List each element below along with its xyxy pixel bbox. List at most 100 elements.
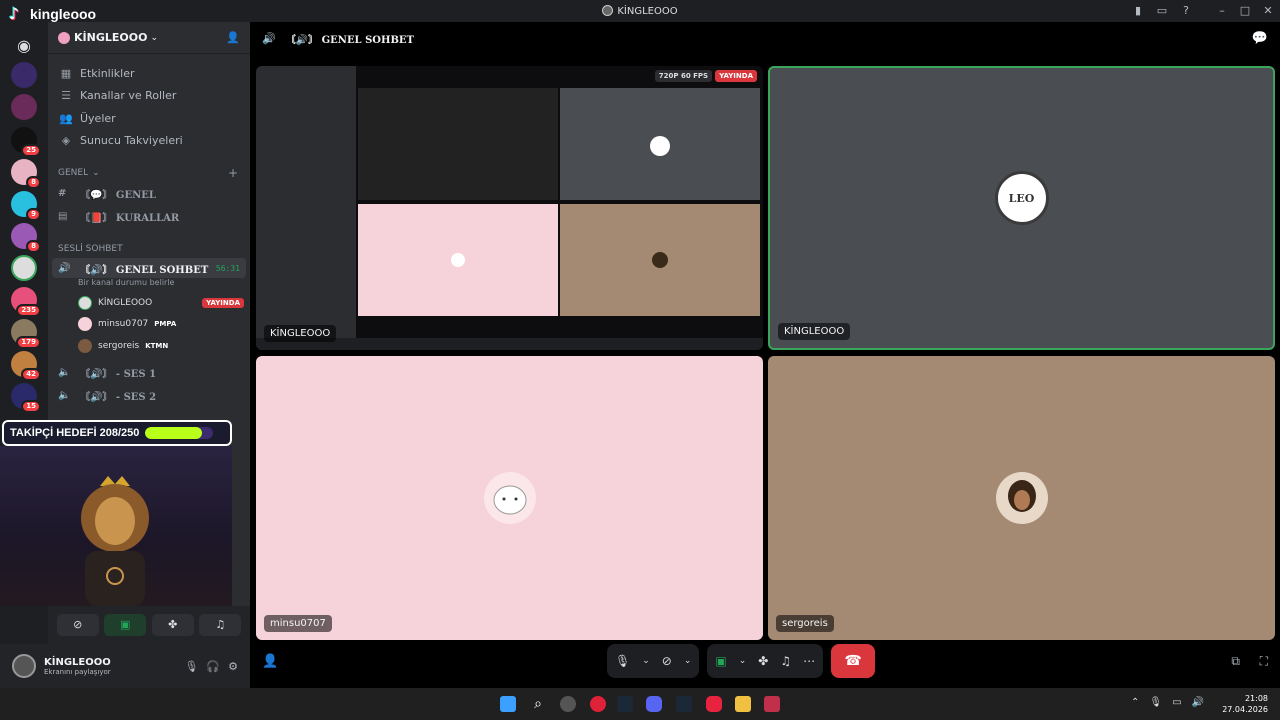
close-button[interactable]: ✕ [1260, 3, 1276, 19]
microphone-icon[interactable]: 🎙 [184, 660, 198, 673]
app-icon[interactable] [560, 696, 576, 712]
speaker-icon: 🔈 [58, 366, 71, 378]
voice-user[interactable]: KİNGLEOOO YAYINDA [48, 292, 250, 314]
chevron-up-icon[interactable]: ⌃ [1131, 697, 1139, 708]
server-icon[interactable] [11, 94, 37, 120]
participant-tile[interactable]: LEO KİNGLEOOO [768, 66, 1275, 350]
goal-label: TAKİPÇİ HEDEFİ 208/250 [10, 427, 140, 439]
server-icon[interactable]: 179 [11, 319, 41, 349]
server-icon[interactable]: 15 [11, 383, 41, 413]
activities-icon[interactable]: ✤ [758, 654, 768, 668]
help-icon[interactable]: ? [1178, 3, 1194, 19]
volume-icon[interactable]: 🔊 [1192, 697, 1204, 708]
fullscreen-icon[interactable]: ⛶ [1260, 654, 1268, 669]
more-options-icon[interactable]: ⋯ [803, 654, 815, 668]
camera-off-button[interactable]: ⊘ [56, 614, 99, 636]
discord-home-icon[interactable]: ◉ [11, 36, 37, 55]
user-panel: KİNGLEOOO Ekranını paylaşıyor 🎙 🎧 ⚙ [0, 644, 250, 688]
server-icon[interactable]: 8 [11, 159, 41, 189]
speaker-icon: 🔊 [58, 262, 71, 274]
speaker-icon: 🔈 [58, 389, 71, 401]
chevron-down-icon: ⌄ [150, 32, 158, 43]
unread-badge: 235 [16, 304, 41, 317]
server-icon[interactable] [11, 62, 37, 88]
screenshare-icon[interactable]: ▣ [715, 654, 726, 668]
camera-off-icon[interactable]: ⊘ [662, 654, 672, 668]
start-icon[interactable] [500, 696, 516, 712]
nav-channels-roles[interactable]: ☰ Kanallar ve Roller [58, 85, 240, 108]
soundboard-button[interactable]: ♫ [199, 614, 242, 636]
user-status: Ekranını paylaşıyor [44, 667, 111, 676]
webcam-overlay [0, 446, 232, 606]
invite-to-voice-icon[interactable]: 👤 [262, 654, 278, 669]
call-controls: 🎙 ⌄ ⊘ ⌄ ▣ ⌄ ✤ ♫ ⋯ ☎ [607, 644, 876, 678]
hash-icon: # [58, 188, 67, 199]
bookmark-icon[interactable]: ▮ [1130, 3, 1146, 19]
chevron-down-icon[interactable]: ⌄ [684, 656, 692, 666]
windows-taskbar: ⌕ ⌃ 🎙 ▭ 🔊 21:08 27.04.2026 [0, 688, 1280, 720]
category-voice[interactable]: SESLİ SOHBET [48, 240, 250, 258]
network-icon[interactable]: ▭ [1172, 697, 1181, 708]
minimize-button[interactable]: – [1214, 3, 1230, 19]
popout-icon[interactable]: ⧉ [1231, 654, 1240, 669]
call-timer: 56:31 [215, 263, 240, 273]
microphone-icon[interactable]: 🎙 [615, 654, 630, 668]
rules-icon: ▤ [58, 211, 68, 222]
discord-icon[interactable] [646, 696, 662, 712]
server-icon[interactable]: 235 [11, 287, 41, 317]
screenshare-button[interactable]: ▣ [104, 614, 147, 636]
channel-title: 〘🔊〙 GENEL SOHBET [285, 34, 414, 46]
soundboard-icon[interactable]: ♫ [780, 654, 791, 668]
server-icon[interactable]: 42 [11, 351, 41, 381]
steam-icon[interactable] [676, 696, 692, 712]
chevron-down-icon[interactable]: ⌄ [739, 656, 747, 666]
channel-status[interactable]: Bir kanal durumu belirle [48, 278, 250, 292]
server-icon[interactable]: 9 [11, 191, 41, 221]
app-icon[interactable] [764, 696, 780, 712]
voice-user[interactable]: sergoreis KTMN [48, 335, 250, 357]
goal-progress-bar [145, 427, 214, 439]
app-icon[interactable] [706, 696, 722, 712]
speaker-icon: 🔊 [262, 31, 276, 45]
category-general[interactable]: GENEL ⌄ + [48, 164, 250, 182]
participant-tile[interactable]: minsu0707 [256, 356, 763, 640]
chat-bubble-icon[interactable]: 💬 [1252, 31, 1268, 46]
folder-icon[interactable] [735, 696, 751, 712]
add-channel-icon[interactable]: + [228, 166, 238, 180]
person-photo [1007, 480, 1036, 512]
inbox-icon[interactable]: ▭ [1154, 3, 1170, 19]
server-icon [602, 5, 614, 16]
disconnect-call-button[interactable]: ☎ [831, 644, 876, 678]
server-header[interactable]: KİNGLEOOO ⌄ 👤 [48, 22, 250, 54]
invite-icon[interactable]: 👤 [226, 31, 240, 44]
nav-events[interactable]: ▦ Etkinlikler [58, 62, 240, 85]
microphone-icon[interactable]: 🎙 [1149, 697, 1162, 708]
channel-kurallar[interactable]: ▤ 〘📕〙 KURALLAR [48, 205, 250, 228]
channel-genel[interactable]: # 〘💬〙 GENEL [48, 182, 250, 205]
chevron-down-icon[interactable]: ⌄ [642, 656, 650, 666]
system-clock[interactable]: 21:08 27.04.2026 [1222, 693, 1268, 715]
nav-members[interactable]: 👥 Üyeler [58, 107, 240, 130]
voice-channel-ses2[interactable]: 🔈 〘🔊〙 - SES 2 [48, 384, 250, 407]
avatar [78, 317, 92, 332]
server-icon-active[interactable] [11, 255, 37, 281]
steam-icon[interactable] [617, 696, 633, 712]
user-tag: PMPA [154, 320, 177, 329]
server-icon[interactable]: 25 [11, 127, 41, 157]
search-icon[interactable]: ⌕ [530, 696, 546, 712]
server-name: KİNGLEOOO [74, 31, 148, 44]
voice-channel-ses1[interactable]: 🔈 〘🔊〙 - SES 1 [48, 361, 250, 384]
opera-icon[interactable] [590, 696, 606, 712]
stream-tile[interactable]: 720P 60 FPS YAYINDA KİNGLEOOO [256, 66, 763, 350]
server-icon[interactable]: 8 [11, 223, 41, 253]
headphones-icon[interactable]: 🎧 [206, 660, 220, 673]
user-tag: KTMN [145, 341, 169, 350]
maximize-button[interactable]: □ [1237, 3, 1253, 19]
participant-tile[interactable]: sergoreis [768, 356, 1275, 640]
activities-button[interactable]: ✤ [151, 614, 194, 636]
nav-boosts[interactable]: ◈ Sunucu Takviyeleri [58, 130, 240, 153]
settings-gear-icon[interactable]: ⚙ [228, 660, 238, 673]
avatar[interactable] [12, 654, 36, 678]
voice-channel-active[interactable]: 🔊 〘🔊〙 GENEL SOHBET 56:31 [52, 258, 246, 278]
voice-user[interactable]: minsu0707 PMPA [48, 314, 250, 336]
